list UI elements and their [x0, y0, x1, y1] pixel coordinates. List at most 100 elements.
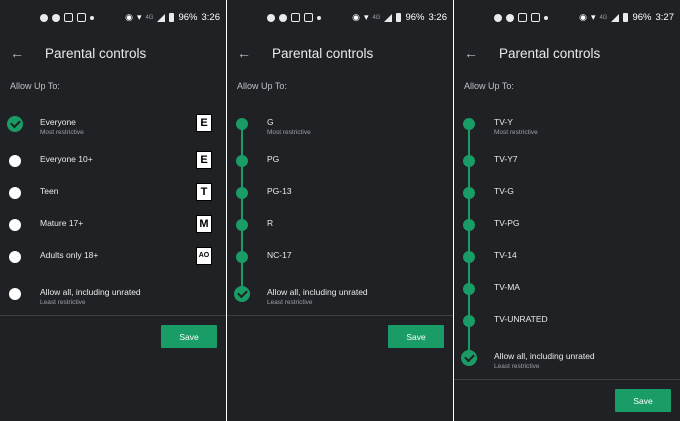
rating-label: TV-MA	[494, 282, 520, 292]
rating-node	[236, 219, 248, 231]
rating-option-teen[interactable]: Teen T	[0, 183, 226, 210]
notification-icon	[267, 13, 275, 22]
more-notifications-icon	[317, 15, 321, 20]
divider	[454, 379, 680, 380]
eye-icon: ◉	[352, 12, 360, 22]
notification-icon	[40, 13, 48, 22]
rating-label: TV-14	[494, 250, 517, 260]
more-notifications-icon	[544, 15, 548, 20]
app-bar: ← Parental controls	[227, 38, 453, 68]
radio-button[interactable]	[9, 219, 21, 231]
rating-label: Allow all, including unrated	[40, 287, 141, 297]
allow-up-to-label: Allow Up To:	[237, 81, 287, 91]
rating-label: Adults only 18+	[40, 250, 99, 260]
radio-button[interactable]	[9, 187, 21, 199]
rating-option-tv-y[interactable]: TV-Y Most restrictive	[454, 115, 680, 141]
radio-button[interactable]	[9, 155, 21, 167]
rating-label: G	[267, 117, 274, 127]
clock: 3:26	[201, 12, 221, 23]
rating-sublabel: Least restrictive	[40, 299, 86, 306]
rating-sublabel: Most restrictive	[267, 129, 311, 136]
save-button[interactable]: Save	[615, 389, 671, 412]
allow-up-to-label: Allow Up To:	[464, 81, 514, 91]
rating-option-adults-only[interactable]: Adults only 18+ AO	[0, 247, 226, 274]
esrb-m-icon: M	[196, 215, 212, 233]
rating-label: TV-PG	[494, 218, 520, 228]
rating-label: R	[267, 218, 274, 228]
rating-option-g[interactable]: G Most restrictive	[227, 115, 453, 141]
rating-option-everyone-10[interactable]: Everyone 10+ E	[0, 151, 226, 178]
esrb-t-icon: T	[196, 183, 212, 201]
app-bar: ← Parental controls	[0, 38, 226, 68]
esrb-ao-icon: AO	[196, 247, 212, 265]
rating-option-tv-pg[interactable]: TV-PG	[454, 216, 680, 242]
more-notifications-icon	[90, 15, 94, 20]
rating-label: TV-Y7	[494, 154, 518, 164]
rating-label: NC-17	[267, 250, 292, 260]
notification-icon	[506, 13, 514, 22]
back-arrow-icon[interactable]: ←	[0, 45, 34, 61]
rating-option-tv-g[interactable]: TV-G	[454, 184, 680, 210]
rating-option-mature[interactable]: Mature 17+ M	[0, 215, 226, 242]
wifi-icon: ▾	[590, 12, 596, 22]
network-type: 4G	[372, 14, 381, 21]
network-type: 4G	[599, 14, 608, 21]
page-title: Parental controls	[499, 45, 601, 61]
status-bar: ◉ ▾ 4G 96% 3:26	[40, 12, 220, 23]
network-type: 4G	[145, 14, 154, 21]
app-notification-icon	[518, 13, 527, 22]
signal-icon	[611, 13, 620, 22]
status-bar: ◉ ▾ 4G 96% 3:26	[267, 12, 447, 23]
rating-label: Everyone 10+	[40, 154, 93, 164]
rating-option-allow-all[interactable]: Allow all, including unrated Least restr…	[0, 285, 226, 311]
rating-label: Mature 17+	[40, 218, 84, 228]
rating-option-tv-unrated[interactable]: TV-UNRATED	[454, 312, 680, 338]
rating-node	[463, 155, 475, 167]
rating-option-everyone[interactable]: Everyone Most restrictive E	[0, 114, 226, 141]
save-button[interactable]: Save	[161, 325, 217, 348]
notification-icon	[494, 13, 502, 22]
rating-option-tv-14[interactable]: TV-14	[454, 248, 680, 274]
rating-label: Teen	[40, 186, 59, 196]
rating-label: TV-G	[494, 186, 514, 196]
rating-label: Allow all, including unrated	[267, 287, 368, 297]
movie-rating-screen: ◉ ▾ 4G 96% 3:26 ← Parental controls Allo…	[227, 0, 453, 421]
rating-option-allow-all[interactable]: Allow all, including unrated Least restr…	[454, 349, 680, 375]
rating-option-tv-y7[interactable]: TV-Y7	[454, 152, 680, 178]
battery-icon	[623, 13, 629, 22]
esrb-e10-icon: E	[196, 151, 212, 169]
signal-icon	[384, 13, 393, 22]
rating-option-r[interactable]: R	[227, 216, 453, 242]
rating-label: Everyone	[40, 117, 76, 127]
checkmark-icon	[7, 116, 23, 132]
rating-option-pg-13[interactable]: PG-13	[227, 184, 453, 210]
app-notification-icon	[291, 13, 300, 22]
app-notification-icon	[77, 13, 86, 22]
rating-option-pg[interactable]: PG	[227, 152, 453, 178]
rating-label: TV-UNRATED	[494, 314, 548, 324]
rating-option-allow-all[interactable]: Allow all, including unrated Least restr…	[227, 285, 453, 311]
app-notification-icon	[304, 13, 313, 22]
battery-icon	[396, 13, 402, 22]
radio-button[interactable]	[9, 251, 21, 263]
save-button[interactable]: Save	[388, 325, 444, 348]
back-arrow-icon[interactable]: ←	[454, 45, 488, 61]
clock: 3:27	[655, 12, 675, 23]
esrb-e-icon: E	[196, 114, 212, 132]
app-notification-icon	[531, 13, 540, 22]
eye-icon: ◉	[125, 12, 133, 22]
notification-icon	[279, 13, 287, 22]
status-bar: ◉ ▾ 4G 96% 3:27	[494, 12, 674, 23]
rating-label: PG	[267, 154, 280, 164]
rating-option-tv-ma[interactable]: TV-MA	[454, 280, 680, 306]
page-title: Parental controls	[272, 45, 374, 61]
rating-option-nc-17[interactable]: NC-17	[227, 248, 453, 274]
battery-level: 96%	[405, 12, 425, 23]
back-arrow-icon[interactable]: ←	[227, 45, 261, 61]
rating-sublabel: Most restrictive	[494, 129, 538, 136]
rating-node	[463, 251, 475, 263]
app-notification-icon	[64, 13, 73, 22]
radio-button[interactable]	[9, 288, 21, 300]
rating-node	[236, 118, 248, 130]
eye-icon: ◉	[579, 12, 587, 22]
